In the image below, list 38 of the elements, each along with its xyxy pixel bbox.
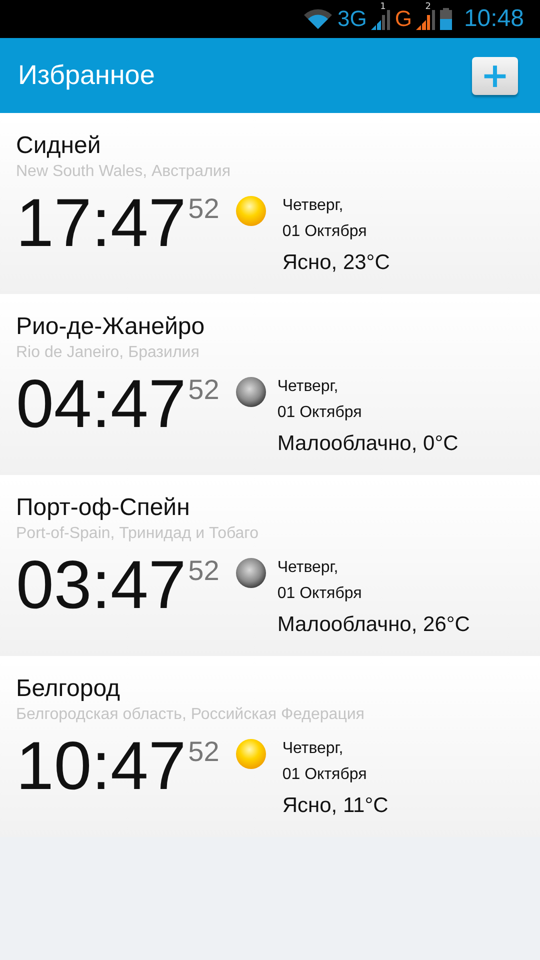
network-label: G: [394, 6, 412, 32]
day-label: Четверг,: [282, 196, 344, 216]
weather-label: Ясно, 23°C: [282, 251, 390, 275]
signal-icon: [370, 8, 391, 30]
screen-title: Избранное: [18, 60, 155, 91]
sim-number: 2: [425, 2, 431, 12]
battery-icon: [440, 8, 452, 30]
sun-icon: [235, 195, 268, 227]
day-label: Четверг,: [282, 739, 344, 759]
date-label: 01 Октября: [277, 403, 363, 423]
time-label: 17:47: [16, 185, 186, 261]
city-name: Рио-де-Жанейро: [16, 312, 206, 342]
city-name: Белгород: [16, 674, 122, 704]
city-name: Порт-оф-Спейн: [16, 493, 191, 523]
weather-label: Ясно, 11°C: [282, 794, 388, 818]
seconds-label: 52: [188, 555, 220, 587]
moon-icon: [235, 376, 268, 408]
seconds-label: 52: [188, 193, 220, 225]
moon-icon: [235, 557, 268, 589]
sun-icon: [235, 738, 268, 770]
time-label: 04:47: [16, 366, 186, 442]
time-label: 03:47: [16, 547, 186, 623]
wifi-icon: [303, 8, 334, 30]
sim-number: 1: [380, 2, 386, 12]
date-label: 01 Октября: [282, 222, 368, 242]
seconds-label: 52: [188, 736, 220, 768]
weather-label: Малооблачно, 0°C: [277, 432, 458, 456]
signal-icon: [416, 8, 436, 30]
status-time: 10:48: [464, 5, 524, 33]
day-label: Четверг,: [277, 377, 340, 397]
date-label: 01 Октября: [282, 765, 368, 785]
seconds-label: 52: [188, 374, 220, 406]
city-name: Сидней: [16, 131, 102, 161]
network-label: 3G: [337, 6, 367, 32]
date-label: 01 Октября: [277, 584, 363, 604]
time-label: 10:47: [16, 728, 186, 804]
weather-label: Малооблачно, 26°C: [277, 613, 470, 637]
day-label: Четверг,: [277, 558, 340, 578]
